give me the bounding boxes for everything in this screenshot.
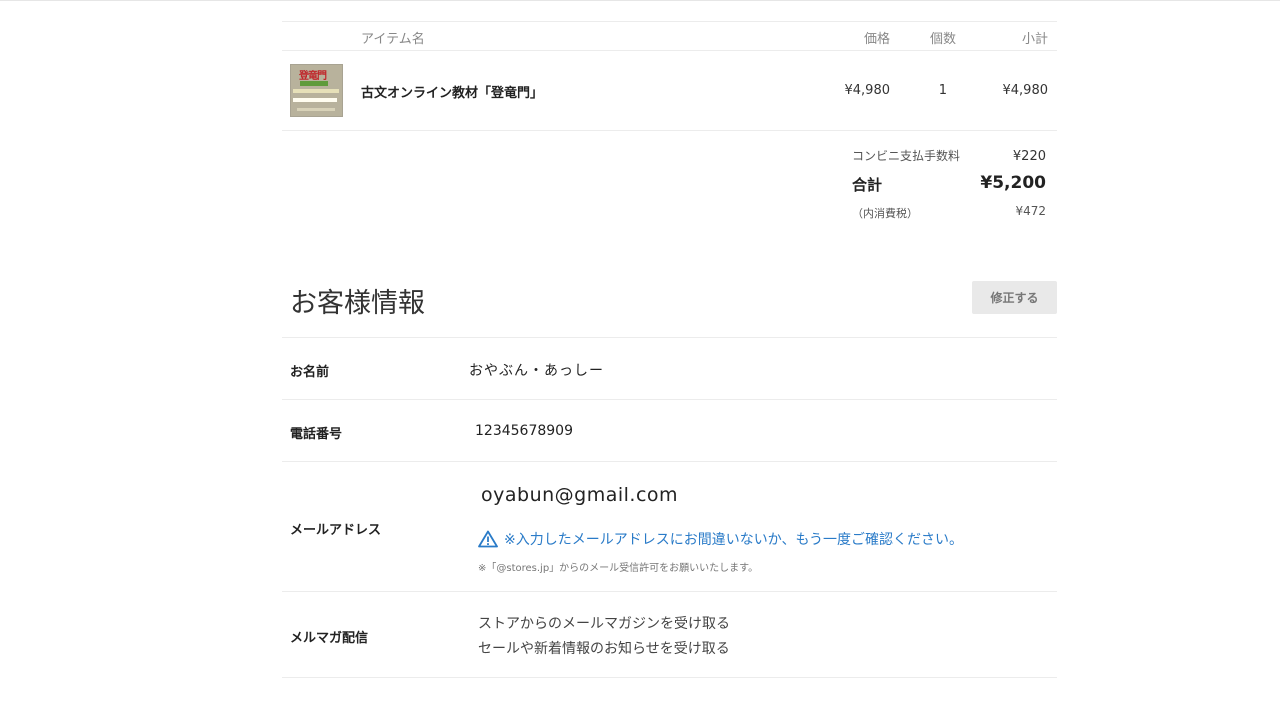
warning-icon [478,530,498,548]
email-row: メールアドレス oyabun@gmail.com ※入力したメールアドレスにお間… [282,461,1057,591]
checkout-confirmation: アイテム名 価格 個数 小計 登竜門 古文オンライン教材「登竜門」 ¥4,980… [282,21,1057,678]
thumbnail-band [293,89,339,93]
order-totals: コンビニ支払手数料 ¥220 合計 ¥5,200 （内消費税） ¥472 [282,131,1057,281]
phone-row: 電話番号 12345678909 [282,399,1057,461]
customer-info-header: お客様情報 修正する [282,281,1057,337]
product-thumbnail[interactable]: 登竜門 [290,64,343,117]
email-warning: ※入力したメールアドレスにお間違いないか、もう一度ご確認ください。 [478,529,963,549]
fee-label: コンビニ支払手数料 [852,149,961,163]
total-label: 合計 [852,176,883,194]
newsletter-row: メルマガ配信 ストアからのメールマガジンを受け取る セールや新着情報のお知らせを… [282,591,1057,678]
header-subtotal: 小計 [1021,32,1048,47]
header-item-name: アイテム名 [361,32,425,47]
newsletter-label: メルマガ配信 [290,631,369,646]
item-price: ¥4,980 [844,83,891,98]
item-name: 古文オンライン教材「登竜門」 [361,86,544,101]
fee-value: ¥220 [1012,149,1046,164]
warning-text: ※入力したメールアドレスにお間違いないか、もう一度ご確認ください。 [504,532,964,548]
newsletter-option: ストアからのメールマガジンを受け取る [478,616,730,632]
item-quantity: 1 [938,83,947,98]
header-price: 価格 [863,32,890,47]
total-value: ¥5,200 [980,173,1046,193]
cart-item-row: 登竜門 古文オンライン教材「登竜門」 ¥4,980 1 ¥4,980 [282,51,1057,130]
header-quantity: 個数 [929,32,956,47]
thumbnail-band [297,108,335,111]
thumbnail-band [293,98,337,102]
tax-label: （内消費税） [852,207,918,220]
name-row: お名前 おやぶん・あっしー [282,337,1057,399]
name-label: お名前 [290,365,330,380]
item-subtotal: ¥4,980 [1002,83,1049,98]
cart-table-header: アイテム名 価格 個数 小計 [282,22,1057,50]
section-title: お客様情報 [290,288,425,319]
name-value: おやぶん・あっしー [469,363,604,379]
newsletter-option: セールや新着情報のお知らせを受け取る [478,641,730,657]
phone-label: 電話番号 [290,427,343,442]
thumbnail-text: 登竜門 [299,71,327,82]
tax-value: ¥472 [1015,204,1046,218]
email-value: oyabun@gmail.com [481,484,679,506]
thumbnail-band [300,81,328,86]
email-label: メールアドレス [290,523,382,538]
email-note: ※「@stores.jp」からのメール受信許可をお願いいたします。 [478,563,759,574]
edit-button[interactable]: 修正する [972,281,1057,314]
phone-value: 12345678909 [475,423,573,439]
top-border [0,0,1280,1]
